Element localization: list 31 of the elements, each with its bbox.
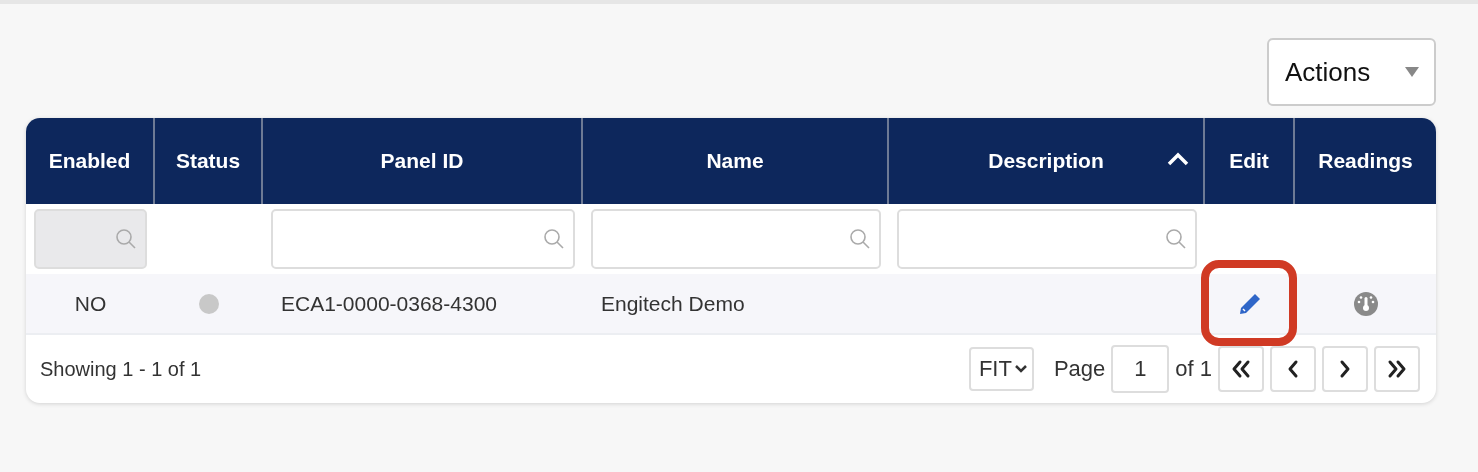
column-header[interactable]: Edit [1229,149,1269,173]
filter-field[interactable] [271,209,575,269]
page-size-dropdown[interactable]: FIT [968,347,1034,391]
gauge-icon[interactable] [1352,290,1379,317]
next-page-button[interactable] [1322,346,1368,392]
sort-caret-icon[interactable] [1167,152,1189,166]
filter-field[interactable] [591,209,881,269]
search-icon [1165,228,1187,250]
column-header[interactable]: Enabled [48,149,131,173]
last-page-button[interactable] [1374,346,1420,392]
filter-field[interactable] [897,209,1197,269]
page-label: Page [1053,356,1106,382]
caret-icon [1404,66,1420,78]
page-input[interactable]: 1 [1111,345,1170,393]
search-icon [115,228,137,250]
table-cell: NO [74,291,107,316]
column-header[interactable]: Readings [1318,149,1413,173]
column-header[interactable]: Panel ID [380,149,464,173]
chevron-icon [1013,364,1028,374]
actions-dropdown[interactable]: Actions [1267,38,1436,106]
record-count: Showing 1 - 1 of 1 [40,357,202,381]
previous-page-button[interactable] [1270,346,1316,392]
column-header[interactable]: Description [988,149,1104,173]
first-page-button[interactable] [1218,346,1264,392]
search-icon [543,228,565,250]
column-header[interactable]: Status [175,149,241,173]
page-total: of 1 [1175,356,1212,382]
table-cell: Engitech Demo [601,291,745,316]
table-cell: ECA1-0000-0368-4300 [281,291,497,316]
column-header[interactable]: Name [706,149,764,173]
search-icon [849,228,871,250]
